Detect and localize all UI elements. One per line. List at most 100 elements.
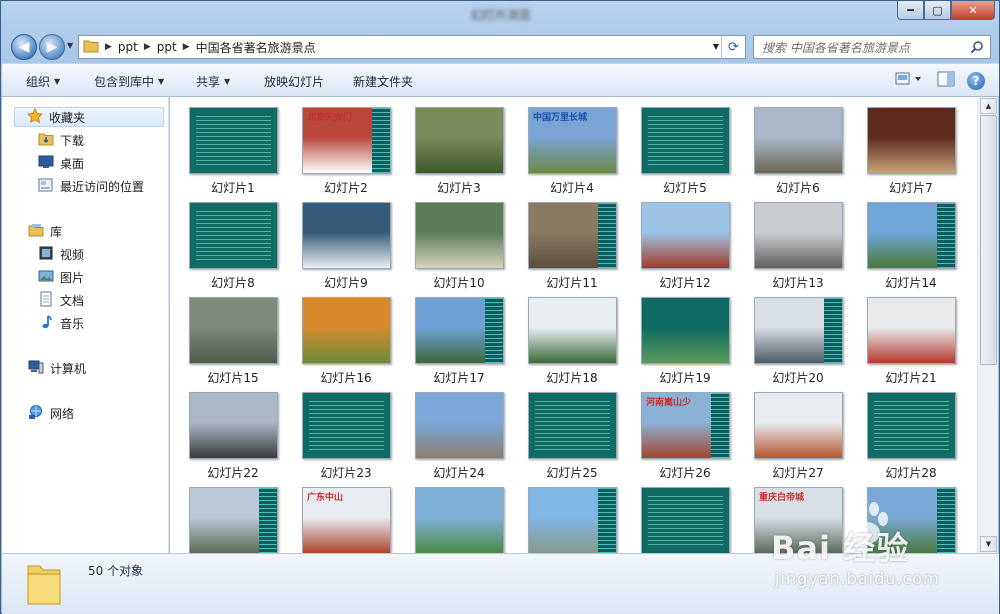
title-bar[interactable]: 幻灯片浏览 ━ ▢ ✕ <box>1 1 1000 31</box>
file-thumbnail[interactable]: 幻灯片24 <box>411 383 507 480</box>
share-button[interactable]: 共享 ▼ <box>196 73 230 90</box>
file-thumbnail[interactable]: 幻灯片12 <box>637 193 733 290</box>
file-thumbnail[interactable]: 幻灯片19 <box>637 288 733 385</box>
file-thumbnail[interactable]: 幻灯片21 <box>863 288 959 385</box>
navigation-pane: 收藏夹 下载 桌面 最近访问的位置 库 视频 图片 文档 音乐 计算机 网络 <box>2 97 169 553</box>
sidebar-item-favorites[interactable]: 收藏夹 <box>14 107 164 127</box>
file-thumbnail[interactable]: 幻灯片1 <box>185 98 281 195</box>
music-note-icon <box>38 314 54 333</box>
address-dropdown[interactable]: ▼ <box>713 42 719 51</box>
chevron-right-icon[interactable]: ▶ <box>105 42 112 52</box>
star-icon <box>26 107 44 127</box>
file-thumbnail[interactable]: 河南嵩山少 幻灯片26 <box>637 383 733 480</box>
library-icon <box>28 222 44 241</box>
file-thumbnail[interactable]: 幻灯片17 <box>411 288 507 385</box>
file-thumbnail[interactable]: 幻灯片10 <box>411 193 507 290</box>
file-thumbnail[interactable]: 北京天安门 幻灯片2 <box>298 98 394 195</box>
file-thumbnail[interactable]: 幻灯片18 <box>524 288 620 385</box>
file-thumbnail[interactable]: 幻灯片3 <box>411 98 507 195</box>
back-button[interactable]: ◀ <box>11 34 37 60</box>
slideshow-label: 放映幻灯片 <box>264 75 325 89</box>
preview-pane-button[interactable] <box>937 71 955 90</box>
sidebar-item-label: 音乐 <box>60 316 85 331</box>
sidebar-item-network[interactable]: 网络 <box>28 403 74 423</box>
minimize-button[interactable]: ━ <box>897 1 924 20</box>
file-thumbnail[interactable]: 幻灯片23 <box>298 383 394 480</box>
file-thumbnail[interactable]: 幻灯片5 <box>637 98 733 195</box>
sidebar-item-recent-places[interactable]: 最近访问的位置 <box>38 176 144 196</box>
chevron-right-icon[interactable]: ▶ <box>144 42 151 52</box>
file-thumbnail[interactable]: 幻灯片32 <box>524 478 620 553</box>
vertical-scrollbar[interactable]: ▲ ▼ <box>977 97 998 553</box>
file-thumbnail[interactable]: 幻灯片35 <box>863 478 959 553</box>
help-icon[interactable]: ? <box>967 71 985 90</box>
new-folder-button[interactable]: 新建文件夹 <box>353 73 413 90</box>
slideshow-button[interactable]: 放映幻灯片 <box>264 73 324 90</box>
file-thumbnail[interactable]: 幻灯片8 <box>185 193 281 290</box>
file-thumbnail[interactable]: 幻灯片13 <box>750 193 846 290</box>
file-thumbnail[interactable]: 幻灯片33 <box>637 478 733 553</box>
file-thumbnail[interactable]: 幻灯片15 <box>185 288 281 385</box>
file-thumbnail[interactable]: 中国万里长城 幻灯片4 <box>524 98 620 195</box>
window-title: 幻灯片浏览 <box>470 8 531 22</box>
back-arrow-icon: ◀ <box>18 39 30 55</box>
recent-pages-dropdown[interactable]: ▼ <box>67 41 73 50</box>
forward-button[interactable]: ▶ <box>39 34 65 60</box>
sidebar-item-videos[interactable]: 视频 <box>38 244 84 264</box>
file-thumbnail[interactable]: 幻灯片27 <box>750 383 846 480</box>
file-thumbnail[interactable]: 幻灯片20 <box>750 288 846 385</box>
chevron-down-icon: ▼ <box>158 77 165 86</box>
sidebar-item-documents[interactable]: 文档 <box>38 290 84 310</box>
file-thumbnail[interactable]: 幻灯片14 <box>863 193 959 290</box>
file-thumbnail[interactable]: 幻灯片25 <box>524 383 620 480</box>
slide-title-text: 广东中山 <box>307 493 344 503</box>
sidebar-item-pictures[interactable]: 图片 <box>38 267 84 287</box>
organize-button[interactable]: 组织 ▼ <box>26 73 60 90</box>
sidebar-item-downloads[interactable]: 下载 <box>38 130 84 150</box>
slide-preview-image <box>641 487 730 553</box>
sidebar-item-label: 文档 <box>60 293 85 308</box>
forward-arrow-icon: ▶ <box>46 39 58 55</box>
scroll-up-button[interactable]: ▲ <box>980 98 997 114</box>
chevron-right-icon[interactable]: ▶ <box>183 42 190 52</box>
breadcrumb-item[interactable]: 中国各省著名旅游景点 <box>196 39 316 56</box>
refresh-button[interactable]: ⟳ <box>721 36 745 58</box>
sidebar-item-computer[interactable]: 计算机 <box>28 358 86 378</box>
slide-title-text: 中国万里长城 <box>533 113 588 123</box>
search-input[interactable]: 搜索 中国各省著名旅游景点 <box>753 35 991 59</box>
file-thumbnail[interactable]: 幻灯片29 <box>185 478 281 553</box>
file-thumbnail[interactable]: 幻灯片16 <box>298 288 394 385</box>
file-thumbnail[interactable]: 幻灯片11 <box>524 193 620 290</box>
slide-preview-image <box>189 107 278 174</box>
breadcrumb-item[interactable]: ppt <box>157 40 177 54</box>
slide-text-strip <box>824 298 842 363</box>
sidebar-item-libraries[interactable]: 库 <box>28 221 62 241</box>
include-in-library-button[interactable]: 包含到库中 ▼ <box>94 73 164 90</box>
slide-text-strip <box>711 393 729 458</box>
folder-icon <box>83 39 99 56</box>
document-icon <box>38 291 54 310</box>
maximize-button[interactable]: ▢ <box>924 1 951 20</box>
sidebar-item-desktop[interactable]: 桌面 <box>38 153 84 173</box>
file-thumbnail[interactable]: 重庆白帝城幻灯片34 <box>750 478 846 553</box>
change-view-button[interactable] <box>895 71 925 90</box>
search-icon[interactable] <box>970 40 984 57</box>
slide-preview-image <box>641 202 730 269</box>
file-thumbnail[interactable]: 幻灯片6 <box>750 98 846 195</box>
file-thumbnail[interactable]: 幻灯片31 <box>411 478 507 553</box>
scrollbar-thumb[interactable] <box>980 115 997 365</box>
slide-preview-image <box>754 107 843 174</box>
file-thumbnail[interactable]: 幻灯片9 <box>298 193 394 290</box>
sidebar-item-music[interactable]: 音乐 <box>38 313 84 333</box>
file-thumbnail[interactable]: 幻灯片22 <box>185 383 281 480</box>
file-list[interactable]: 幻灯片1 北京天安门 幻灯片2 幻灯片3 中国万里长城 幻灯片4 幻灯片5 幻灯片6 幻灯片7 幻… <box>170 97 977 553</box>
scroll-down-button[interactable]: ▼ <box>980 536 997 552</box>
close-icon: ✕ <box>968 3 978 17</box>
file-thumbnail[interactable]: 幻灯片28 <box>863 383 959 480</box>
slide-preview-image <box>302 392 391 459</box>
file-thumbnail[interactable]: 幻灯片7 <box>863 98 959 195</box>
address-bar[interactable]: ▶ ppt ▶ ppt ▶ 中国各省著名旅游景点 ▼ ⟳ <box>78 35 746 59</box>
close-button[interactable]: ✕ <box>951 1 995 20</box>
breadcrumb-item[interactable]: ppt <box>118 40 138 54</box>
file-thumbnail[interactable]: 广东中山幻灯片30 <box>298 478 394 553</box>
